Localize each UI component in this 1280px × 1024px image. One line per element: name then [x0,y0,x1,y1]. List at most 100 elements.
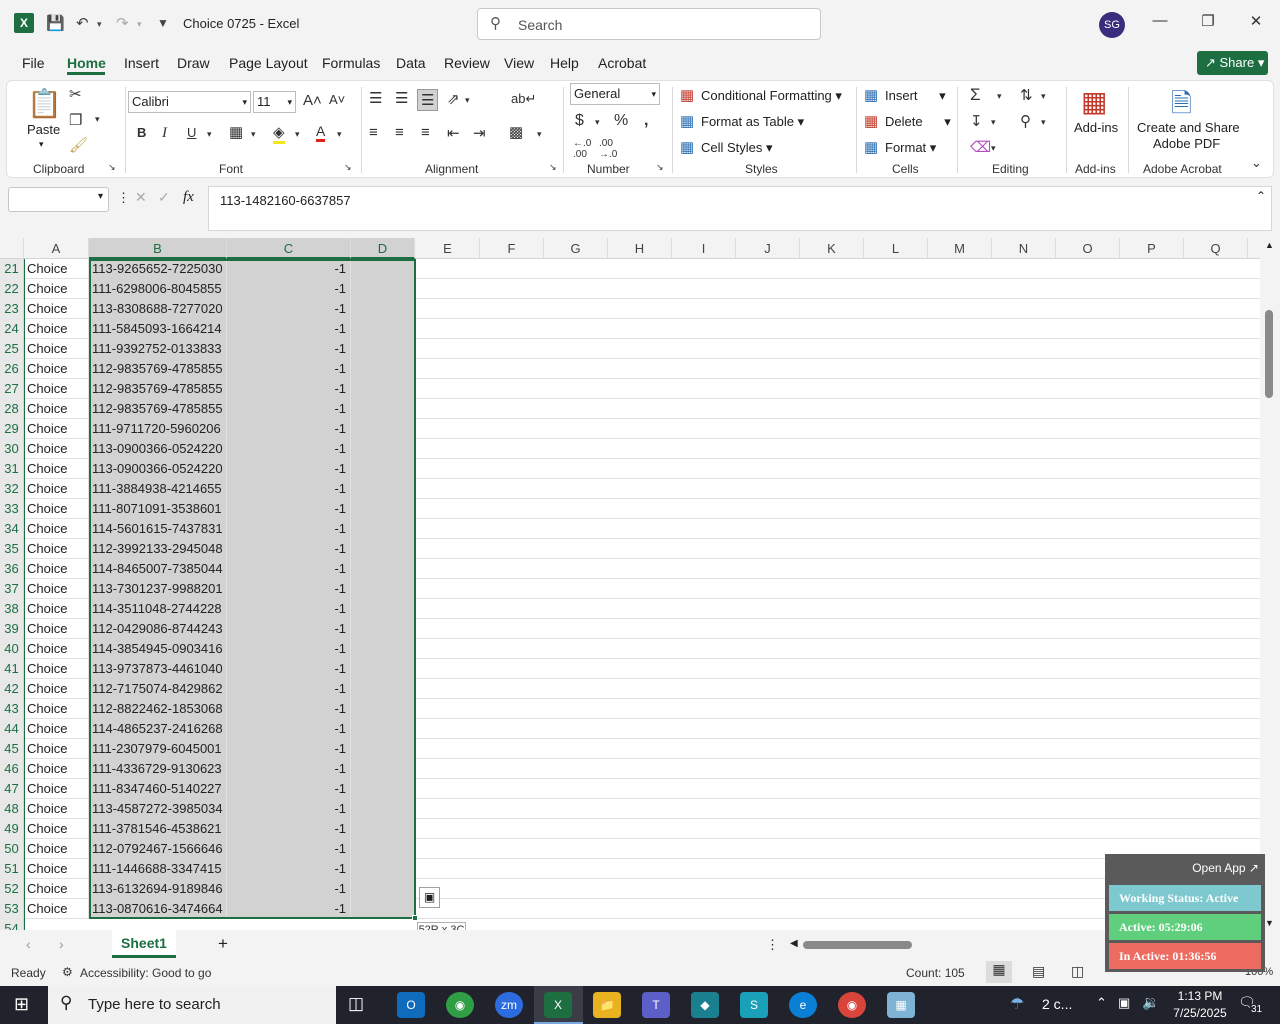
row-header[interactable]: 43 [0,699,24,719]
cell-c[interactable]: -1 [227,659,351,679]
cell-c[interactable]: -1 [227,419,351,439]
cell-c[interactable]: -1 [227,619,351,639]
cell-c[interactable]: -1 [227,739,351,759]
cell-b[interactable]: 114-3511048-2744228 [89,599,227,619]
cell-c[interactable]: -1 [227,559,351,579]
cell-d[interactable] [351,699,415,719]
cell-a[interactable]: Choice [24,819,89,839]
cell-c[interactable]: -1 [227,379,351,399]
row-header[interactable]: 24 [0,319,24,339]
cell-c[interactable]: -1 [227,439,351,459]
row-header[interactable]: 46 [0,759,24,779]
cell-styles-icon[interactable]: ▦ [680,138,694,156]
column-header-a[interactable]: A [24,238,89,259]
tab-acrobat[interactable]: Acrobat [598,55,646,71]
paste-icon[interactable]: 📋 [27,87,62,120]
row-header[interactable]: 36 [0,559,24,579]
cell-a[interactable]: Choice [24,659,89,679]
cell-a[interactable]: Choice [24,319,89,339]
fill-color-dropdown-icon[interactable]: ▾ [295,129,300,140]
font-name-select[interactable]: Calibri ▾ [128,91,251,113]
cell-c[interactable]: -1 [227,899,351,919]
cell-d[interactable] [351,259,415,279]
cell-b[interactable]: 113-0870616-3474664 [89,899,227,919]
cell-d[interactable] [351,439,415,459]
cell-a[interactable]: Choice [24,879,89,899]
cell-d[interactable] [351,819,415,839]
cell-c[interactable]: -1 [227,839,351,859]
format-cells-icon[interactable]: ▦ [864,138,878,156]
cell-b[interactable]: 112-0429086-8744243 [89,619,227,639]
decrease-indent-icon[interactable]: ⇤ [447,124,460,142]
row-header[interactable]: 34 [0,519,24,539]
align-top-icon[interactable]: ☰ [369,89,382,107]
taskbar-search-input[interactable]: ⚲ Type here to search [48,986,336,1024]
cell-d[interactable] [351,459,415,479]
tab-review[interactable]: Review [444,55,490,71]
orientation-dropdown-icon[interactable]: ▾ [465,95,470,106]
cell-b[interactable]: 114-5601615-7437831 [89,519,227,539]
column-header-g[interactable]: G [544,238,608,259]
borders-icon[interactable]: ▦ [229,123,243,141]
cell-a[interactable]: Choice [24,779,89,799]
zoom-icon[interactable]: zm [495,992,523,1018]
cell-d[interactable] [351,779,415,799]
cell-a[interactable]: Choice [24,599,89,619]
cell-c[interactable]: -1 [227,679,351,699]
cell-c[interactable]: -1 [227,759,351,779]
cell-b[interactable]: 112-8822462-1853068 [89,699,227,719]
cell-c[interactable]: -1 [227,339,351,359]
find-select-icon[interactable]: ⚲ [1020,112,1031,130]
row-header[interactable]: 47 [0,779,24,799]
row-header[interactable]: 50 [0,839,24,859]
cell-d[interactable] [351,899,415,919]
cell-c[interactable]: -1 [227,719,351,739]
format-cells-button[interactable]: Format ▾ [885,140,936,156]
tab-data[interactable]: Data [396,55,426,71]
orientation-icon[interactable]: ⇗ [447,90,460,108]
font-color-dropdown-icon[interactable]: ▾ [337,129,342,140]
cell-d[interactable] [351,479,415,499]
cell-d[interactable] [351,739,415,759]
page-layout-view-icon[interactable]: ▤ [1032,963,1045,980]
enter-icon[interactable]: ✓ [158,189,170,206]
windows-start-icon[interactable]: ⊞ [14,994,29,1015]
tab-view[interactable]: View [504,55,534,71]
row-header[interactable]: 51 [0,859,24,879]
cell-c[interactable]: -1 [227,279,351,299]
alignment-launcher-icon[interactable]: ↘ [549,162,557,173]
cell-c[interactable]: -1 [227,359,351,379]
cell-a[interactable]: Choice [24,499,89,519]
column-header-e[interactable]: E [416,238,480,259]
cell-d[interactable] [351,639,415,659]
cell-b[interactable]: 111-3884938-4214655 [89,479,227,499]
cell-a[interactable]: Choice [24,839,89,859]
customize-toolbar-icon[interactable]: ▼ [157,16,169,30]
insert-cells-icon[interactable]: ▦ [864,86,878,104]
cell-d[interactable] [351,799,415,819]
excel-taskbar-icon[interactable]: X [544,992,572,1018]
cell-c[interactable]: -1 [227,699,351,719]
row-header[interactable]: 54 [0,919,24,930]
cell-styles-button[interactable]: Cell Styles ▾ [701,140,773,156]
fill-dropdown-icon[interactable]: ▾ [991,117,996,128]
cell-a[interactable]: Choice [24,439,89,459]
cell-d[interactable] [351,619,415,639]
cell-b[interactable]: 111-1446688-3347415 [89,859,227,879]
cell-c[interactable]: -1 [227,639,351,659]
cell-a[interactable]: Choice [24,619,89,639]
conditional-formatting-button[interactable]: Conditional Formatting ▾ [701,88,842,104]
cell-d[interactable] [351,679,415,699]
insert-function-icon[interactable]: fx [183,189,194,206]
cell-a[interactable]: Choice [24,299,89,319]
cell-b[interactable]: 112-0792467-1566646 [89,839,227,859]
more-sheets-icon[interactable]: ⋮ [766,937,779,953]
select-all-corner[interactable] [0,238,24,259]
cancel-icon[interactable]: ✕ [135,189,147,206]
cell-b[interactable]: 113-0900366-0524220 [89,459,227,479]
cell-b[interactable]: 113-7301237-9988201 [89,579,227,599]
increase-font-size-icon[interactable]: A˄ [303,92,322,109]
row-header[interactable]: 22 [0,279,24,299]
cell-d[interactable] [351,759,415,779]
cell-a[interactable]: Choice [24,399,89,419]
